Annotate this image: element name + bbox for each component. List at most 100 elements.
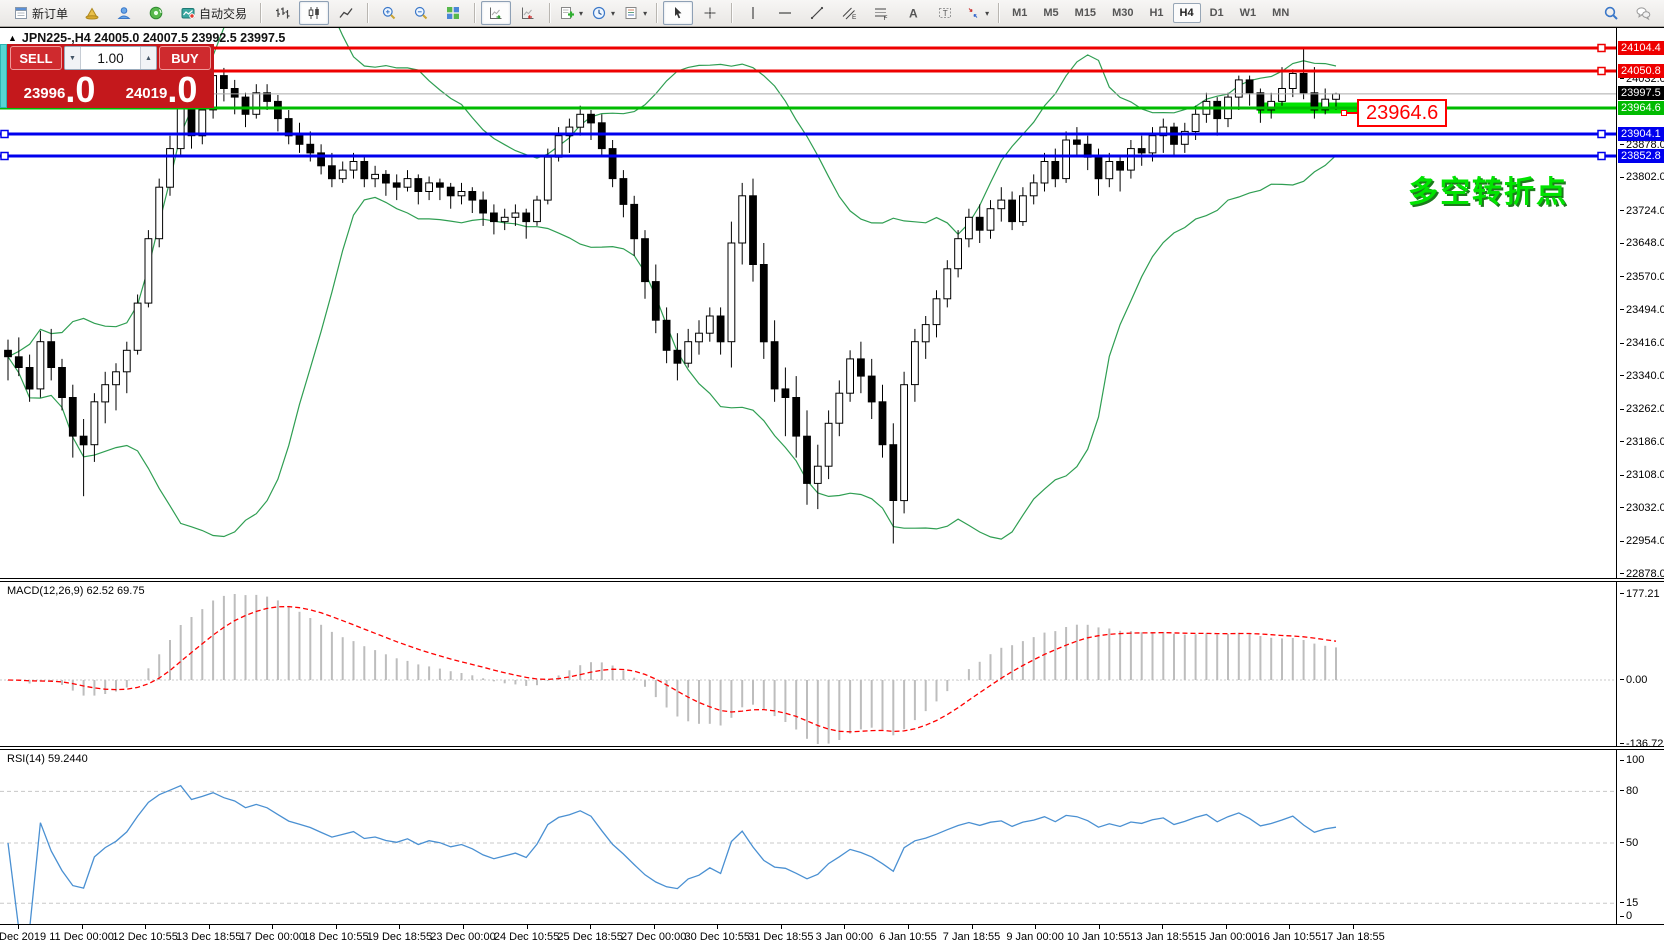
crosshair-icon[interactable]: [695, 1, 725, 25]
panel-drag-strip[interactable]: [0, 44, 7, 108]
timeframe-mn-button[interactable]: MN: [1265, 3, 1296, 23]
macd-histogram: [7, 594, 1337, 744]
price-tick: 23570.0: [1620, 271, 1664, 283]
crosshair-icon: [702, 5, 718, 21]
macd-pane-canvas[interactable]: [0, 582, 1616, 746]
rsi-pane-canvas[interactable]: [0, 750, 1616, 924]
volume-increase-button[interactable]: ▲: [140, 47, 156, 69]
new-order-button[interactable]: 新订单: [6, 1, 75, 25]
collapse-panel-icon[interactable]: ▲: [8, 33, 17, 43]
community-icon[interactable]: [109, 1, 139, 25]
time-tick: [399, 925, 400, 929]
line-chart-icon[interactable]: [331, 1, 361, 25]
vline-icon[interactable]: [738, 1, 768, 25]
macd-tick: -136.72: [1620, 738, 1663, 747]
zoom-out-icon: [413, 5, 429, 21]
market-watch-icon[interactable]: [141, 1, 171, 25]
channel-icon: E: [841, 5, 857, 21]
toolbar-separator: [656, 3, 657, 23]
price-tick: 23416.0: [1620, 337, 1664, 349]
candlesticks: [5, 48, 1340, 543]
auto-trading-button[interactable]: 自动交易: [173, 1, 254, 25]
cursor-icon[interactable]: [663, 1, 693, 25]
candlestick-chart-icon[interactable]: [299, 1, 329, 25]
dropdown-caret-icon[interactable]: ▾: [579, 9, 583, 18]
dropdown-caret-icon[interactable]: ▾: [985, 9, 989, 18]
bar-chart-icon[interactable]: [267, 1, 297, 25]
cursor-icon: [670, 5, 686, 21]
time-label: 19 Dec 18:55: [367, 931, 432, 943]
price-tick: 23802.0: [1620, 171, 1664, 183]
timeframe-w1-button[interactable]: W1: [1233, 3, 1264, 23]
hline-icon[interactable]: [770, 1, 800, 25]
indicators-icon[interactable]: ▾: [556, 1, 586, 25]
time-tick: [1289, 925, 1290, 929]
rsi-tick: 0: [1620, 910, 1632, 922]
timeframe-m5-button[interactable]: M5: [1036, 3, 1065, 23]
time-label: 13 Jan 18:55: [1130, 931, 1194, 943]
fibonacci-icon[interactable]: F: [866, 1, 896, 25]
price-badge: 23904.1: [1618, 127, 1664, 141]
time-tick: [1162, 925, 1163, 929]
price-tick: 23648.0: [1620, 237, 1664, 249]
line-handle[interactable]: [1598, 68, 1605, 75]
time-tick: [1353, 925, 1354, 929]
chart-title: ▲ JPN225-,H4 24005.0 24007.5 23992.5 239…: [8, 31, 285, 45]
sell-button[interactable]: SELL: [10, 46, 62, 70]
line-handle[interactable]: [1, 131, 8, 138]
price-tick: 23032.0: [1620, 502, 1664, 514]
price-badge: 23852.8: [1618, 149, 1664, 163]
line-handle[interactable]: [1, 153, 8, 160]
text-icon[interactable]: A: [898, 1, 928, 25]
timeframe-h1-button[interactable]: H1: [1142, 3, 1170, 23]
timeframe-m15-button[interactable]: M15: [1068, 3, 1103, 23]
templates-icon[interactable]: ▾: [620, 1, 650, 25]
wizard-hat-icon[interactable]: [77, 1, 107, 25]
rsi-tick: 100: [1620, 754, 1644, 766]
price-callout[interactable]: 23964.6: [1357, 99, 1447, 127]
time-label: 3 Jan 00:00: [816, 931, 874, 943]
tile-windows-icon[interactable]: [438, 1, 468, 25]
zoom-in-icon[interactable]: [374, 1, 404, 25]
bar-chart-icon: [274, 5, 290, 21]
time-label: 13 Dec 18:55: [176, 931, 241, 943]
dropdown-caret-icon[interactable]: ▾: [643, 9, 647, 18]
timeframe-h4-button[interactable]: H4: [1173, 3, 1201, 23]
timeframe-m30-button[interactable]: M30: [1105, 3, 1140, 23]
timeframe-m1-button[interactable]: M1: [1005, 3, 1034, 23]
buy-price[interactable]: 24019.0: [112, 72, 211, 106]
time-tick: [717, 925, 718, 929]
candlestick-chart-icon: [306, 5, 322, 21]
arrows-icon[interactable]: ▾: [962, 1, 992, 25]
volume-input[interactable]: [81, 47, 140, 69]
zoom-out-icon[interactable]: [406, 1, 436, 25]
periods-icon[interactable]: ▾: [588, 1, 618, 25]
search-icon[interactable]: [1596, 1, 1626, 25]
line-handle[interactable]: [1598, 45, 1605, 52]
channel-icon[interactable]: E: [834, 1, 864, 25]
rsi-tick: 80: [1620, 785, 1638, 797]
price-tick: 23494.0: [1620, 304, 1664, 316]
time-tick: [463, 925, 464, 929]
trendline-icon[interactable]: [802, 1, 832, 25]
text-label-icon[interactable]: T: [930, 1, 960, 25]
time-tick: [590, 925, 591, 929]
toolbar-separator: [998, 3, 999, 23]
svg-text:F: F: [884, 15, 888, 21]
indicators-icon: [559, 5, 575, 21]
time-tick: [844, 925, 845, 929]
buy-button[interactable]: BUY: [159, 46, 211, 70]
periods-icon: [591, 5, 607, 21]
auto-scroll-icon[interactable]: [481, 1, 511, 25]
chat-icon[interactable]: [1628, 1, 1658, 25]
sell-price[interactable]: 23996.0: [10, 72, 109, 106]
line-handle[interactable]: [1598, 131, 1605, 138]
price-tick: 23262.0: [1620, 403, 1664, 415]
line-handle[interactable]: [1598, 153, 1605, 160]
autotrade-icon: [180, 5, 196, 21]
chart-shift-icon[interactable]: [513, 1, 543, 25]
volume-decrease-button[interactable]: ▼: [65, 47, 81, 69]
timeframe-d1-button[interactable]: D1: [1203, 3, 1231, 23]
dropdown-caret-icon[interactable]: ▾: [611, 9, 615, 18]
time-label: 11 Dec 00:00: [49, 931, 114, 943]
